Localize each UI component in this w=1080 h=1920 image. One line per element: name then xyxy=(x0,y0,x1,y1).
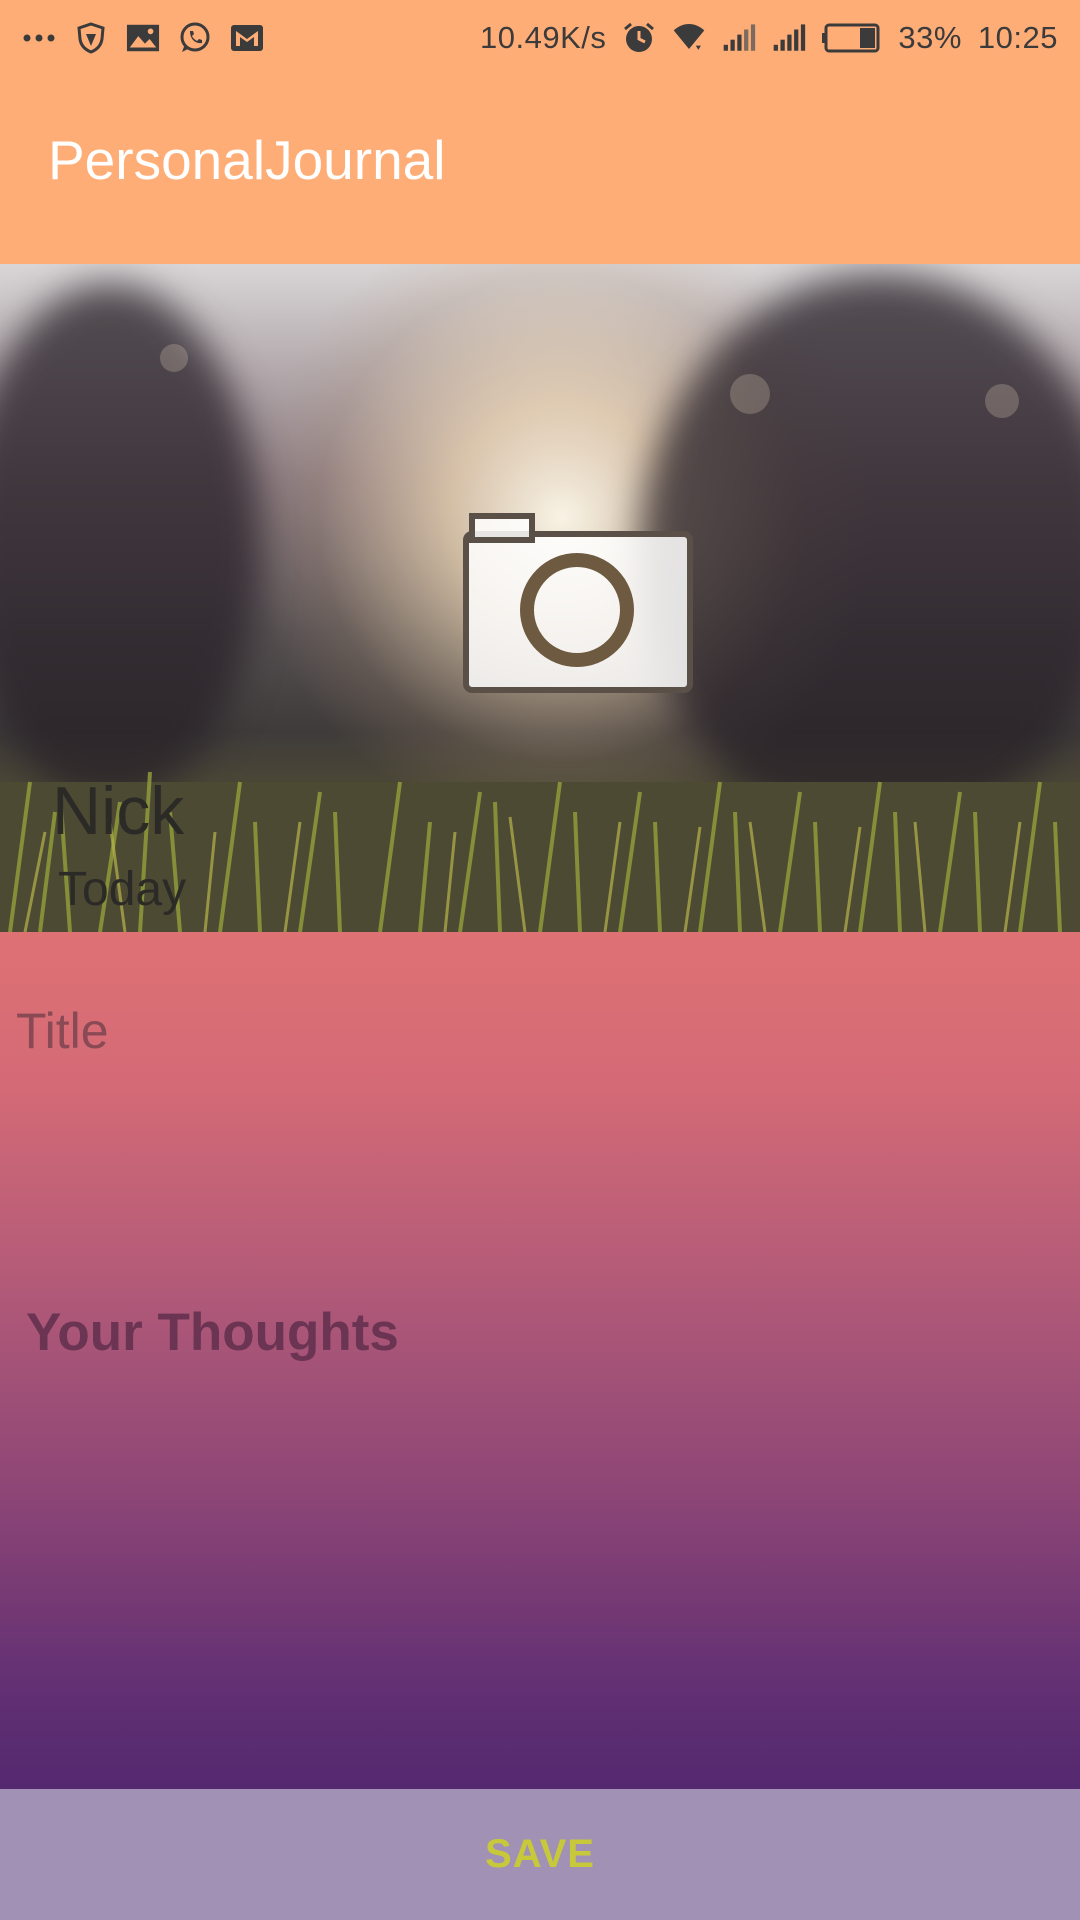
save-button[interactable]: SAVE xyxy=(485,1832,595,1877)
battery-icon xyxy=(822,21,882,55)
save-bar[interactable]: SAVE xyxy=(0,1789,1080,1920)
alarm-icon xyxy=(622,21,656,55)
gmail-icon xyxy=(230,21,264,55)
camera-icon[interactable] xyxy=(460,504,694,696)
status-left-icons xyxy=(22,21,264,55)
network-speed: 10.49K/s xyxy=(480,20,607,55)
author-name: Nick xyxy=(52,773,185,849)
title-input[interactable]: Title xyxy=(16,1002,1056,1072)
thoughts-input[interactable]: Your Thoughts xyxy=(26,1302,1056,1362)
whatsapp-icon xyxy=(178,21,212,55)
app-toolbar: PersonalJournal xyxy=(0,76,1080,264)
bokeh-light xyxy=(985,384,1019,418)
clock: 10:25 xyxy=(977,20,1058,55)
entry-date: Today xyxy=(58,863,187,916)
signal-icon xyxy=(772,21,806,55)
shield-icon xyxy=(74,21,108,55)
status-bar: 10.49K/s 33% 10:25 xyxy=(0,0,1080,76)
battery-percent: 33% xyxy=(898,20,962,55)
gallery-icon xyxy=(126,21,160,55)
more-dots-icon xyxy=(22,21,56,55)
header-photo[interactable]: Nick Today xyxy=(0,264,1080,932)
bokeh-light xyxy=(730,374,770,414)
entry-form: Title Your Thoughts xyxy=(0,932,1080,1789)
signal-icon xyxy=(722,21,756,55)
status-right: 10.49K/s 33% 10:25 xyxy=(480,20,1058,56)
wifi-icon xyxy=(672,21,706,55)
bokeh-light xyxy=(160,344,188,372)
app-title: PersonalJournal xyxy=(48,129,446,191)
